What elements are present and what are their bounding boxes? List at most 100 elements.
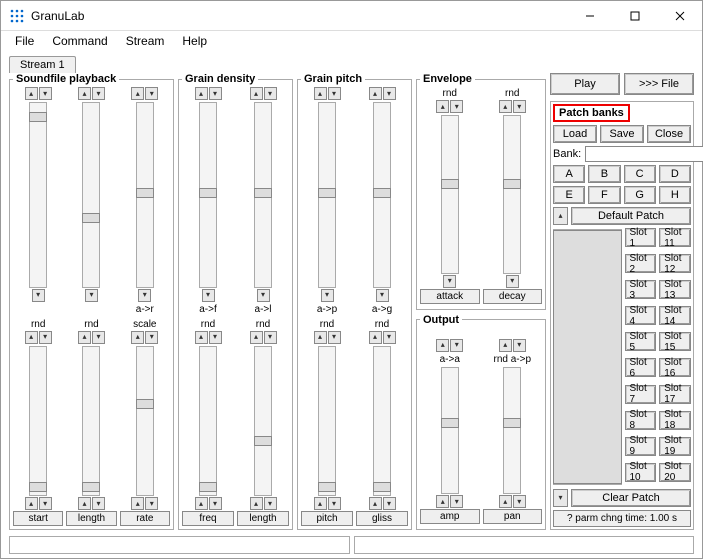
vslider[interactable]	[441, 115, 459, 274]
vslider[interactable]	[318, 346, 336, 496]
spin-up[interactable]	[25, 497, 38, 510]
spin-up[interactable]	[314, 497, 327, 510]
vslider[interactable]	[503, 367, 521, 494]
spin-down[interactable]	[513, 100, 526, 113]
save-button[interactable]: Save	[600, 125, 644, 143]
close-bank-button[interactable]: Close	[647, 125, 691, 143]
spin-up[interactable]	[78, 87, 91, 100]
slot-19[interactable]: Slot 19	[659, 437, 691, 456]
vslider[interactable]	[373, 346, 391, 496]
spin-up[interactable]	[195, 331, 208, 344]
spin-down[interactable]	[506, 275, 519, 288]
menu-command[interactable]: Command	[44, 32, 115, 50]
spin-up[interactable]	[250, 87, 263, 100]
spin-down[interactable]	[257, 289, 270, 302]
spin-up[interactable]	[314, 331, 327, 344]
spin-down[interactable]	[92, 331, 105, 344]
file-button[interactable]: >>> File	[624, 73, 694, 95]
spin-up[interactable]	[25, 87, 38, 100]
param-decay[interactable]: decay	[483, 289, 543, 304]
vslider[interactable]	[136, 346, 154, 496]
spin-down[interactable]	[39, 331, 52, 344]
bank-b[interactable]: B	[588, 165, 620, 183]
spin-down[interactable]	[264, 331, 277, 344]
spin-up[interactable]	[250, 331, 263, 344]
slot-10[interactable]: Slot 10	[625, 463, 657, 482]
spin-up[interactable]	[195, 87, 208, 100]
param-pan[interactable]: pan	[483, 509, 543, 524]
spin-down[interactable]	[264, 87, 277, 100]
slot-17[interactable]: Slot 17	[659, 385, 691, 404]
spin-down[interactable]	[145, 87, 158, 100]
slot-scrollbar[interactable]	[553, 229, 622, 485]
bank-c[interactable]: C	[624, 165, 656, 183]
load-button[interactable]: Load	[553, 125, 597, 143]
spin-down[interactable]	[321, 289, 334, 302]
param-attack[interactable]: attack	[420, 289, 480, 304]
spin-down[interactable]	[39, 87, 52, 100]
vslider[interactable]	[254, 346, 272, 496]
spin-down[interactable]	[39, 497, 52, 510]
spin-down[interactable]	[202, 289, 215, 302]
spin-up[interactable]	[78, 331, 91, 344]
menu-file[interactable]: File	[7, 32, 42, 50]
param-gliss[interactable]: gliss	[356, 511, 408, 526]
spin-down[interactable]	[264, 497, 277, 510]
vslider[interactable]	[318, 102, 336, 288]
spin-up[interactable]	[131, 87, 144, 100]
param-freq[interactable]: freq	[182, 511, 234, 526]
vslider[interactable]	[503, 115, 521, 274]
menu-help[interactable]: Help	[174, 32, 215, 50]
spin-down[interactable]	[209, 331, 222, 344]
spin-up[interactable]	[369, 497, 382, 510]
spin-up[interactable]	[250, 497, 263, 510]
spin-down[interactable]	[92, 497, 105, 510]
param-pitch[interactable]: pitch	[301, 511, 353, 526]
spin-up[interactable]	[25, 331, 38, 344]
spin-down[interactable]	[92, 87, 105, 100]
spin-up[interactable]	[436, 100, 449, 113]
slot-3[interactable]: Slot 3	[625, 280, 657, 299]
vslider[interactable]	[29, 346, 47, 496]
spin-down[interactable]	[383, 497, 396, 510]
close-button[interactable]	[657, 1, 702, 30]
spin-up[interactable]	[369, 87, 382, 100]
slot-6[interactable]: Slot 6	[625, 358, 657, 377]
bank-g[interactable]: G	[624, 186, 656, 204]
slot-18[interactable]: Slot 18	[659, 411, 691, 430]
scroll-down[interactable]	[553, 489, 568, 507]
spin-up[interactable]	[499, 339, 512, 352]
scroll-up[interactable]	[553, 207, 568, 225]
spin-down[interactable]	[32, 289, 45, 302]
spin-down[interactable]	[328, 87, 341, 100]
tab-stream-1[interactable]: Stream 1	[9, 56, 76, 73]
param-length[interactable]: length	[237, 511, 289, 526]
spin-down[interactable]	[209, 87, 222, 100]
bank-f[interactable]: F	[588, 186, 620, 204]
spin-down[interactable]	[383, 331, 396, 344]
spin-up[interactable]	[195, 497, 208, 510]
clear-patch-button[interactable]: Clear Patch	[571, 489, 691, 507]
spin-up[interactable]	[369, 331, 382, 344]
spin-down[interactable]	[376, 289, 389, 302]
spin-down[interactable]	[328, 497, 341, 510]
spin-up[interactable]	[131, 497, 144, 510]
spin-up[interactable]	[499, 100, 512, 113]
slot-14[interactable]: Slot 14	[659, 306, 691, 325]
param-start[interactable]: start	[13, 511, 63, 526]
param-length[interactable]: length	[66, 511, 116, 526]
param-rate[interactable]: rate	[120, 511, 170, 526]
slot-15[interactable]: Slot 15	[659, 332, 691, 351]
vslider[interactable]	[199, 102, 217, 288]
spin-down[interactable]	[145, 331, 158, 344]
slot-13[interactable]: Slot 13	[659, 280, 691, 299]
spin-down[interactable]	[85, 289, 98, 302]
vslider[interactable]	[254, 102, 272, 288]
slot-11[interactable]: Slot 11	[659, 228, 691, 247]
spin-down[interactable]	[513, 339, 526, 352]
vslider[interactable]	[82, 102, 100, 288]
vslider[interactable]	[373, 102, 391, 288]
minimize-button[interactable]	[567, 1, 612, 30]
vslider[interactable]	[199, 346, 217, 496]
spin-down[interactable]	[513, 495, 526, 508]
